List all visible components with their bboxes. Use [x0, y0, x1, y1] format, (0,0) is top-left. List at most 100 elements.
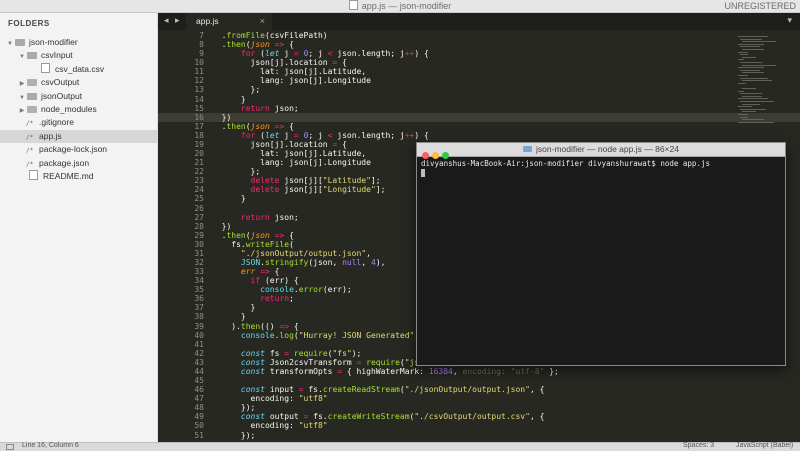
line-number: 31 — [194, 248, 204, 258]
line-number: 12 — [194, 76, 204, 86]
terminal-output[interactable]: divyanshus-MacBook-Air:json-modifier div… — [421, 159, 710, 168]
code-text: .then(json => { — [212, 121, 294, 131]
code-line[interactable]: 18 for (let j = 0; j < json.length; j++)… — [158, 131, 800, 140]
minimap-stroke — [738, 67, 764, 69]
sidebar-item[interactable]: ▶ node_modules — [0, 103, 157, 116]
code-text: return json; — [240, 212, 299, 222]
sidebar-item[interactable]: /* app.js — [0, 129, 157, 143]
code-text: console.error(err); — [260, 285, 352, 295]
code-line[interactable]: 14 } — [158, 95, 800, 104]
sidebar-item[interactable]: /* package.json — [0, 157, 157, 170]
code-text: for (let j = 0; j < json.length; j++) { — [240, 130, 429, 140]
sidebar-item[interactable]: README.md — [0, 170, 157, 183]
tab-close-icon[interactable]: × — [260, 13, 265, 30]
code-text: encoding: "utf8" — [212, 421, 328, 431]
sidebar-item[interactable]: ▼ json-modifier — [0, 36, 157, 49]
sidebar-item[interactable]: csv_data.csv — [0, 62, 157, 76]
line-number: 17 — [194, 121, 204, 131]
minimap-stroke — [740, 46, 760, 48]
code-text: encoding: "utf8" — [212, 394, 328, 404]
code-text: fs.writeFile( — [212, 239, 294, 249]
minimap-stroke — [738, 82, 746, 84]
code-line[interactable]: 13 }; — [158, 85, 800, 94]
minimap-stroke — [742, 80, 772, 82]
minimap-stroke — [738, 114, 748, 115]
minimap-stroke — [742, 111, 756, 113]
code-line[interactable]: 15 return json; — [158, 104, 800, 113]
code-text: err => { — [240, 267, 280, 277]
code-text: json[j].location = { — [212, 139, 347, 149]
folder-icon — [27, 92, 37, 100]
line-number: 13 — [194, 85, 204, 95]
minimap-stroke — [740, 101, 774, 102]
code-text: }; — [212, 85, 261, 95]
line-number: 10 — [194, 58, 204, 68]
code-text: } — [212, 194, 246, 204]
terminal-title-bar[interactable]: json-modifier — node app.js — 86×24 — [417, 143, 785, 159]
window-title: app.js — json-modifier — [0, 0, 800, 12]
line-number: 35 — [194, 285, 204, 295]
folder-icon — [27, 79, 37, 87]
file-icon — [41, 62, 50, 73]
sidebar-item[interactable]: ▼ csvInput — [0, 49, 157, 62]
sidebar-item[interactable]: /* .gitignore — [0, 116, 157, 129]
code-file-icon: /* — [26, 133, 34, 141]
code-line[interactable]: 48 }); — [158, 403, 800, 412]
minimap-stroke — [738, 90, 744, 92]
code-text: const input = fs.createReadStream("./jso… — [240, 385, 545, 395]
minimap-stroke — [738, 98, 768, 100]
code-line[interactable]: 51 }); — [158, 431, 800, 440]
tab-nav-arrows-icon[interactable]: ◂ ▸ — [164, 15, 182, 26]
code-line[interactable]: 17 .then(json => { — [158, 122, 800, 131]
sidebar-item[interactable]: /* package-lock.json — [0, 143, 157, 156]
code-line[interactable]: 8 .then(json => { — [158, 40, 800, 49]
line-number: 11 — [194, 67, 204, 77]
code-line[interactable]: 50 encoding: "utf8" — [158, 421, 800, 430]
line-number: 18 — [194, 130, 204, 140]
code-line[interactable]: 47 encoding: "utf8" — [158, 394, 800, 403]
code-line[interactable]: 7 .fromFile(csvFilePath) — [158, 31, 800, 40]
code-text: .then(json => { — [212, 40, 294, 50]
folder-icon — [15, 39, 25, 46]
cursor-position[interactable]: Line 16, Column 6 — [22, 442, 79, 449]
line-number: 14 — [194, 94, 204, 104]
sidebar-item[interactable]: ▶ csvOutput — [0, 76, 157, 89]
code-line[interactable]: 46 const input = fs.createReadStream("./… — [158, 385, 800, 394]
indentation-setting[interactable]: Spaces: 3 — [683, 442, 714, 449]
line-number: 36 — [194, 294, 204, 304]
code-text: return json; — [240, 103, 299, 113]
minimap-stroke — [740, 93, 762, 95]
tab-app-js[interactable]: app.js × — [186, 13, 272, 30]
code-text: ).then(() => { — [212, 321, 299, 331]
code-line[interactable]: 16 }) — [158, 112, 800, 122]
code-line[interactable]: 49 const output = fs.createWriteStream("… — [158, 412, 800, 421]
minimap-stroke — [738, 36, 768, 37]
code-text: } — [212, 312, 246, 322]
code-line[interactable]: 44 const transformOpts = { highWaterMark… — [158, 367, 800, 376]
sidebar-item[interactable]: ▼ jsonOutput — [0, 90, 157, 103]
minimap-stroke — [742, 95, 762, 97]
line-number: 26 — [194, 203, 204, 213]
line-number: 7 — [199, 31, 204, 40]
line-number: 19 — [194, 139, 204, 149]
code-line[interactable]: 45 — [158, 376, 800, 385]
minimap-stroke — [742, 56, 756, 58]
panel-toggle-icon[interactable] — [6, 444, 14, 450]
code-line[interactable]: 12 lang: json[j].Longitude — [158, 76, 800, 85]
terminal-window[interactable]: json-modifier — node app.js — 86×24 divy… — [416, 142, 786, 366]
line-number: 50 — [194, 421, 204, 431]
code-text: JSON.stringify(json, null, 4), — [240, 258, 386, 267]
minimap-stroke — [742, 103, 760, 105]
code-line[interactable]: 9 for (let j = 0; j < json.length; j++) … — [158, 49, 800, 58]
syntax-selector[interactable]: JavaScript (Babel) — [736, 442, 793, 449]
tab-dropdown-icon[interactable]: ▾ — [787, 15, 792, 26]
code-text: }; — [212, 167, 261, 177]
minimap[interactable] — [730, 30, 800, 130]
code-text: } — [212, 303, 256, 313]
sidebar-item-label: json-modifier — [29, 37, 78, 47]
sidebar-item-label: node_modules — [41, 104, 97, 114]
code-line[interactable]: 11 lat: json[j].Latitude, — [158, 67, 800, 76]
code-line[interactable]: 10 json[j].location = { — [158, 58, 800, 67]
folder-icon — [523, 146, 533, 152]
minimap-stroke — [742, 72, 764, 74]
